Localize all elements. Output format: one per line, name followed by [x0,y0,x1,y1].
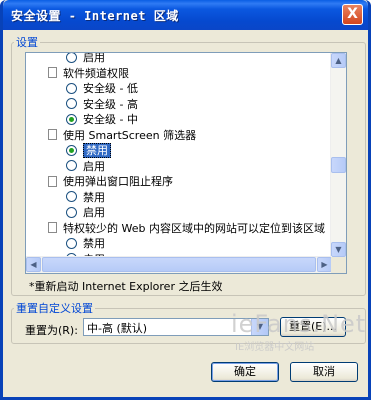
reset-group-label: 重置自定义设置 [16,302,93,315]
vertical-scroll-thumb[interactable] [331,157,346,173]
settings-option-radio[interactable]: 安全级 - 中 [66,112,138,128]
scroll-down-button[interactable]: ▼ [331,242,346,257]
settings-tree-content: 启用 软件频道权限 安全级 - 低安全级 - 高安全级 - 中使用 SmartScr… [26,53,332,257]
watermark-brand: ieFans.Net [231,310,367,338]
settings-option-radio[interactable]: 启用 [66,159,105,175]
ok-button[interactable]: 确定 [211,362,279,382]
category-label: 特权较少的 Web 内容区域中的网站可以定位到该区域 [63,221,325,235]
settings-option-radio[interactable]: 禁用 [66,190,105,206]
option-label: 启用 [83,53,105,64]
document-icon [48,175,57,187]
settings-option-radio[interactable]: 启用 [66,53,105,66]
settings-option-radio[interactable]: 安全级 - 高 [66,97,138,113]
radio-icon[interactable] [66,206,77,218]
radio-icon[interactable] [66,160,77,171]
settings-category: 特权较少的 Web 内容区域中的网站可以定位到该区域 [48,221,325,237]
option-label: 禁用 [83,237,105,250]
security-settings-dialog: 安全设置 - Internet 区域 X 设置 启用 软件频道权限 安全级 - 低安… [0,0,371,400]
radio-icon[interactable] [66,237,77,249]
scroll-left-button[interactable]: ◀ [26,257,41,272]
radio-icon[interactable] [66,191,77,202]
category-label: 软件频道权限 [63,66,129,80]
settings-option-radio[interactable]: 禁用 [66,236,105,252]
chevron-up-icon: ▲ [335,56,342,65]
settings-option-radio[interactable]: 禁用 [66,143,111,159]
option-label: 禁用 [83,143,111,158]
option-label: 安全级 - 高 [83,97,138,111]
settings-group-label: 设置 [16,36,38,49]
option-label: 安全级 - 低 [83,82,138,95]
settings-category: 使用弹出窗口阻止程序 [48,174,173,190]
scroll-corner [331,257,346,273]
chevron-down-icon: ▼ [335,245,342,254]
option-label: 禁用 [83,190,105,204]
close-button[interactable]: X [342,4,363,25]
vertical-scrollbar[interactable]: ▲ ▼ [330,53,346,257]
radio-selected-icon[interactable] [66,113,77,125]
option-label: 启用 [83,206,105,219]
radio-icon[interactable] [66,82,77,94]
radio-icon[interactable] [66,98,77,109]
document-icon [48,67,57,78]
close-icon: X [347,6,358,22]
chevron-right-icon: ▶ [321,260,328,269]
radio-icon[interactable] [66,53,77,63]
window-title: 安全设置 - Internet 区域 [11,9,179,23]
watermark-sub: IE浏览器中文网站 [235,342,315,353]
settings-category: 软件频道权限 [48,66,129,82]
horizontal-scroll-thumb[interactable] [42,257,316,272]
category-label: 使用 SmartScreen 筛选器 [63,128,197,142]
document-icon [48,129,57,140]
scroll-up-button[interactable]: ▲ [331,53,346,68]
chevron-left-icon: ◀ [30,260,37,269]
horizontal-scrollbar[interactable]: ◀ ▶ [26,256,332,273]
settings-option-radio[interactable]: 安全级 - 低 [66,81,138,97]
document-icon [48,222,57,233]
cancel-button[interactable]: 取消 [290,362,358,382]
settings-tree[interactable]: 启用 软件频道权限 安全级 - 低安全级 - 高安全级 - 中使用 SmartScr… [25,52,347,274]
settings-option-radio[interactable]: 启用 [66,205,105,221]
restart-note: *重新启动 Internet Explorer 之后生效 [29,280,223,293]
settings-category: 使用 SmartScreen 筛选器 [48,128,196,144]
option-label: 安全级 - 中 [83,113,138,126]
option-label: 启用 [83,159,105,173]
reset-to-label: 重置为(R): [25,324,78,337]
title-bar: 安全设置 - Internet 区域 X [3,0,368,30]
scroll-right-button[interactable]: ▶ [317,257,332,272]
security-level-value: 中-高 (默认) [87,322,148,335]
radio-selected-icon[interactable] [66,144,77,156]
category-label: 使用弹出窗口阻止程序 [63,175,173,188]
